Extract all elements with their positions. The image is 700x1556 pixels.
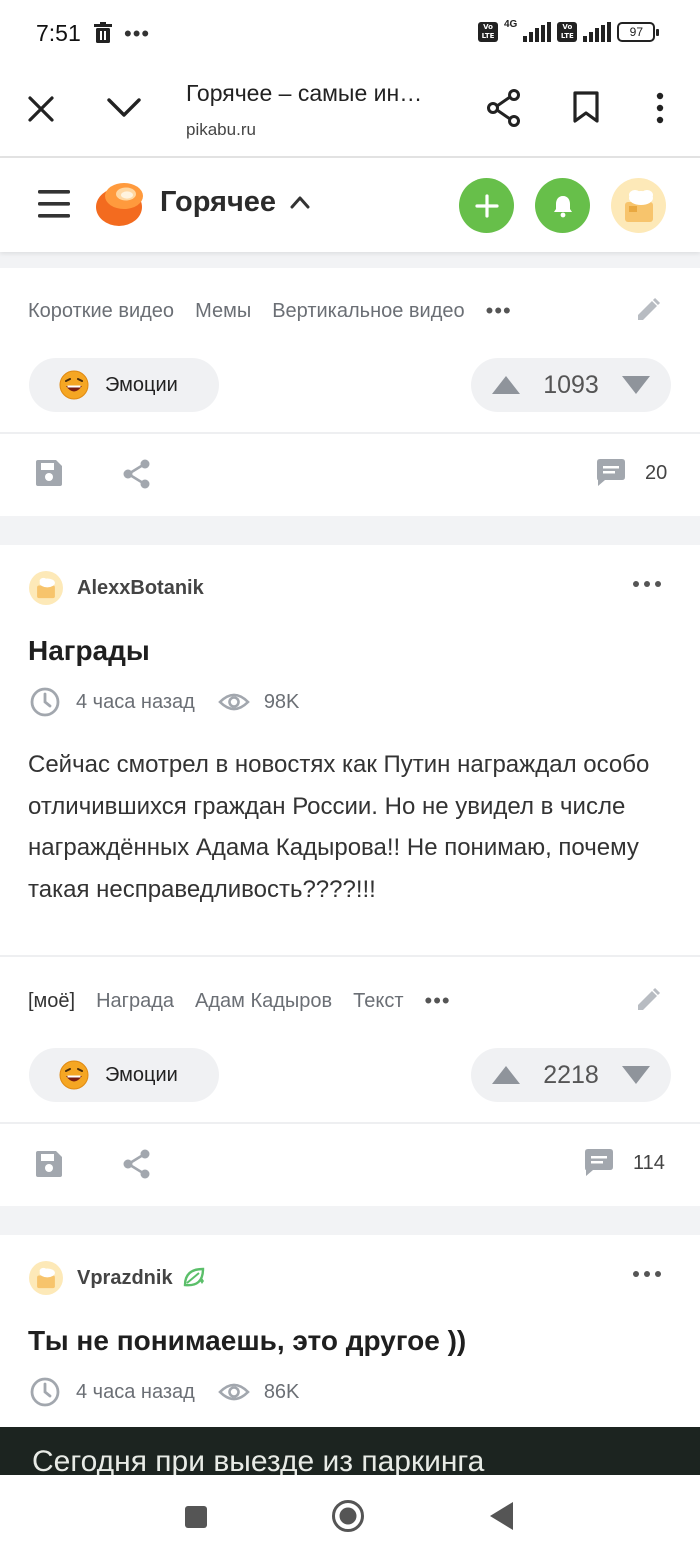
avatar[interactable] [29, 571, 63, 605]
post-views: 86K [263, 1380, 300, 1403]
rating-value: 2218 [543, 1060, 599, 1089]
upvote-arrow-icon[interactable] [491, 1065, 521, 1085]
tag[interactable]: Вертикальное видео [272, 300, 464, 323]
eye-icon [217, 693, 250, 711]
author-name[interactable]: AlexxBotanik [77, 577, 204, 600]
tag[interactable]: [моё] [28, 990, 75, 1013]
system-navigation-bar [0, 1475, 700, 1556]
divider [0, 432, 700, 434]
post-meta: 4 часа назад 98K [29, 686, 299, 718]
avatar[interactable] [29, 1261, 63, 1295]
post-more-icon[interactable] [632, 579, 662, 589]
bookmark-icon[interactable] [572, 90, 600, 124]
eye-icon [217, 1383, 250, 1401]
post-views: 98K [263, 690, 300, 713]
pikabu-logo-icon[interactable] [94, 180, 146, 228]
post-meta: 4 часа назад 86K [29, 1376, 299, 1408]
close-icon[interactable] [26, 94, 56, 124]
leaf-badge-icon [183, 1267, 204, 1287]
downvote-arrow-icon[interactable] [621, 375, 651, 395]
post-title[interactable]: Награды [28, 635, 150, 667]
media-caption: Сегодня при выезде из паркинга [32, 1445, 485, 1475]
post-card: Короткие видео Мемы Вертикальное видео •… [0, 268, 700, 516]
status-time: 7:51 [36, 20, 81, 46]
more-tags-button[interactable]: ••• [486, 298, 512, 324]
comments-count: 20 [645, 461, 668, 484]
share-icon[interactable] [122, 458, 152, 490]
post-time: 4 часа назад [76, 690, 195, 713]
divider [0, 1122, 700, 1124]
rating-widget: 2218 [471, 1048, 671, 1102]
tag[interactable]: Текст [353, 990, 403, 1013]
menu-icon[interactable] [38, 189, 70, 219]
back-button[interactable] [488, 1501, 514, 1531]
trash-icon [93, 22, 113, 44]
chevron-down-icon[interactable] [106, 96, 142, 120]
add-post-button[interactable] [459, 178, 514, 233]
tag[interactable]: Короткие видео [28, 300, 174, 323]
post-more-icon[interactable] [632, 1269, 662, 1279]
section-title[interactable]: Горячее [160, 186, 276, 219]
status-more-icon: ••• [124, 21, 151, 46]
rating-widget: 1093 [471, 358, 671, 412]
emotions-label: Эмоции [105, 373, 178, 396]
post-author[interactable]: AlexxBotanik [29, 571, 204, 605]
laughing-emoji-icon [59, 370, 89, 400]
more-tags-button[interactable]: ••• [425, 988, 451, 1014]
chevron-up-icon[interactable] [290, 195, 310, 209]
post-title[interactable]: Ты не понимаешь, это другое )) [28, 1325, 466, 1357]
post-author[interactable]: Vprazdnik [29, 1261, 207, 1295]
comments-button[interactable]: 20 [595, 458, 667, 488]
tag[interactable]: Награда [96, 990, 174, 1013]
user-avatar[interactable] [611, 178, 666, 233]
browser-url[interactable]: pikabu.ru [186, 120, 256, 140]
save-icon[interactable] [34, 458, 64, 488]
signal-icon-2 [583, 22, 612, 42]
share-icon[interactable] [486, 89, 522, 127]
comment-icon [585, 1149, 613, 1176]
post-card: AlexxBotanik Награды 4 часа назад 98K Се… [0, 545, 700, 1206]
more-vertical-icon[interactable] [650, 91, 670, 125]
upvote-arrow-icon[interactable] [491, 375, 521, 395]
post-media-image[interactable]: Сегодня при выезде из паркинга [0, 1427, 700, 1475]
tag[interactable]: Мемы [195, 300, 251, 323]
recent-apps-button[interactable] [184, 1505, 208, 1529]
author-name[interactable]: Vprazdnik [77, 1267, 173, 1290]
network-type: 4G [504, 18, 518, 30]
signal-icon [523, 22, 552, 42]
downvote-arrow-icon[interactable] [621, 1065, 651, 1085]
emotions-label: Эмоции [105, 1063, 178, 1086]
post-tags: Короткие видео Мемы Вертикальное видео •… [28, 298, 533, 324]
notifications-button[interactable] [535, 178, 590, 233]
home-button[interactable] [331, 1499, 365, 1533]
laughing-emoji-icon [59, 1060, 89, 1090]
rating-value: 1093 [543, 370, 599, 399]
share-icon[interactable] [122, 1148, 152, 1180]
tag[interactable]: Адам Кадыров [195, 990, 332, 1013]
edit-tags-pencil-icon[interactable] [634, 296, 662, 324]
comments-button[interactable]: 114 [583, 1148, 665, 1178]
volte-icon-2: Vo LTE [557, 22, 578, 42]
browser-page-title[interactable]: Горячее – самые ин… [186, 80, 422, 107]
clock-icon [30, 1377, 60, 1407]
post-time: 4 часа назад [76, 1380, 195, 1403]
comments-count: 114 [633, 1151, 665, 1174]
post-tags: [моё] Награда Адам Кадыров Текст ••• [28, 988, 472, 1014]
comment-icon [597, 459, 625, 486]
emotions-button[interactable]: Эмоции [29, 1048, 219, 1102]
plus-icon [474, 193, 499, 218]
clock-icon [30, 687, 60, 717]
emotions-button[interactable]: Эмоции [29, 358, 219, 412]
status-indicators: Vo LTE 4G Vo LTE 97 [478, 18, 660, 42]
divider [0, 955, 700, 957]
save-icon[interactable] [34, 1149, 64, 1179]
volte-icon: Vo LTE [478, 22, 498, 42]
edit-tags-pencil-icon[interactable] [634, 986, 662, 1014]
bell-icon [553, 195, 572, 217]
post-text: Сейчас смотрел в новостях как Путин нагр… [28, 751, 650, 903]
battery-icon: 97 [617, 22, 660, 42]
